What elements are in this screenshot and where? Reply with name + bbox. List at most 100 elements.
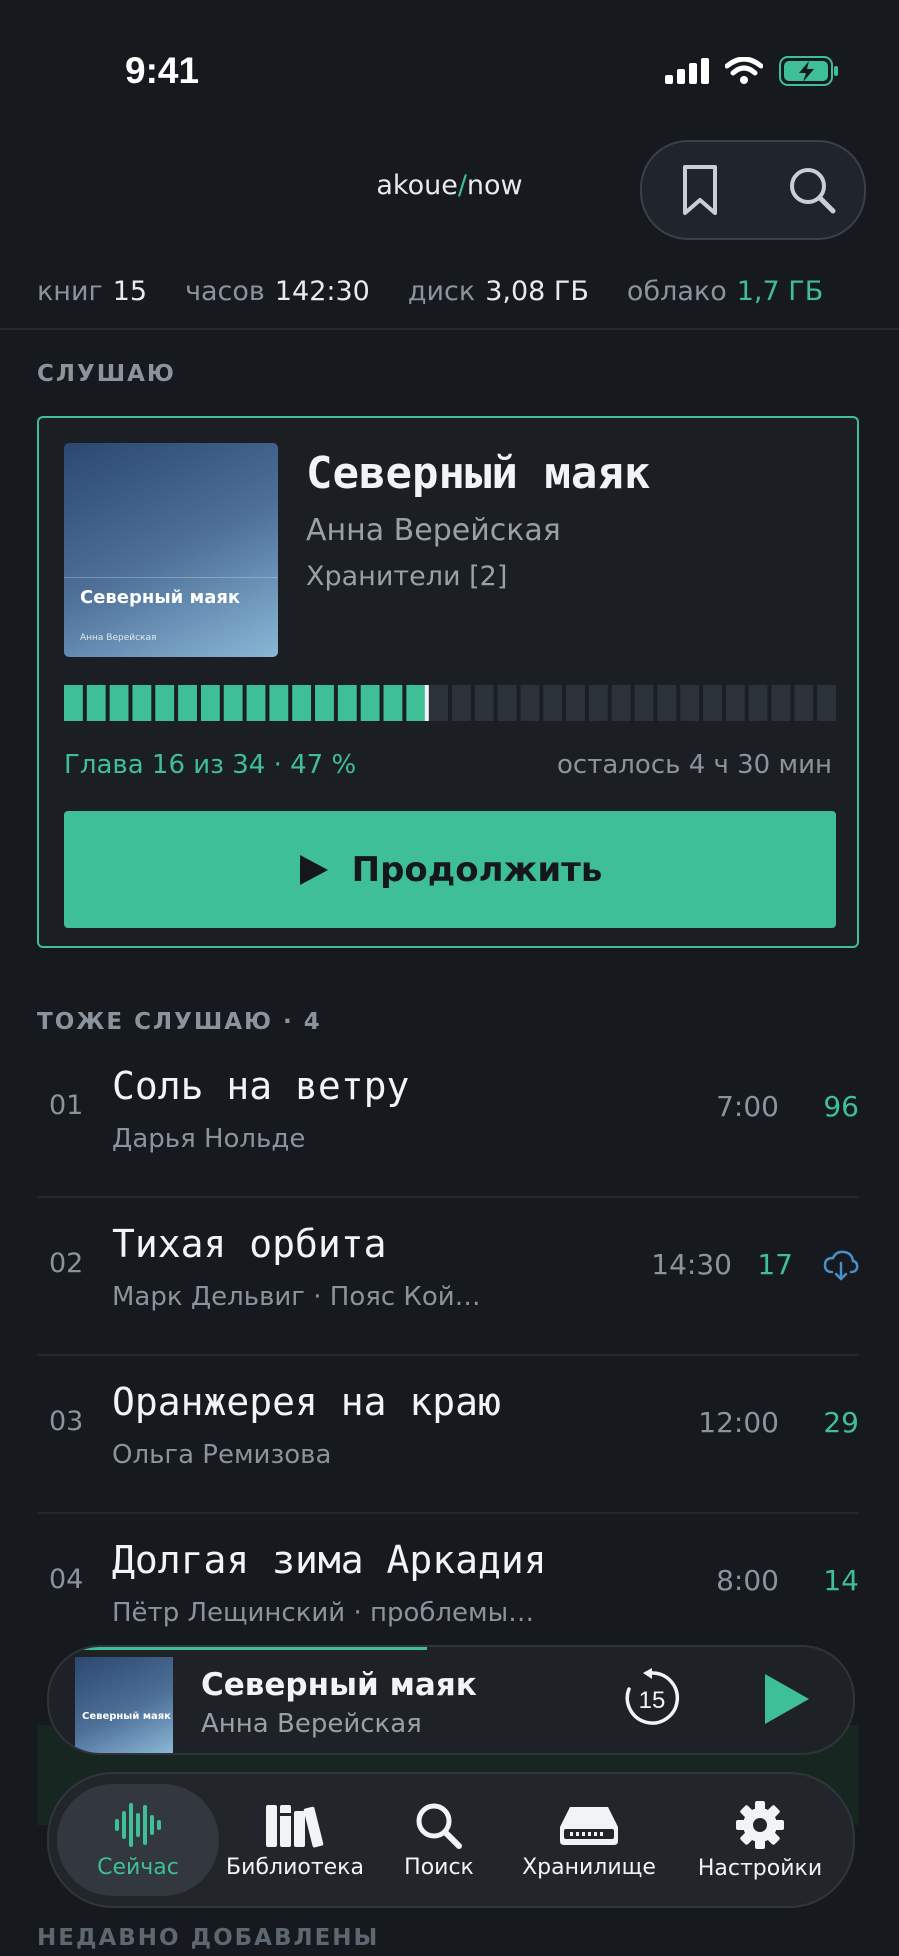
item-subtitle: Ольга Ремизова: [112, 1440, 332, 1470]
progress-segment: [200, 685, 220, 721]
tab-settings[interactable]: Настройки: [675, 1774, 845, 1906]
progress-segment: [520, 685, 540, 721]
current-book-card[interactable]: Северный маяк Анна Верейская Северный ма…: [37, 416, 859, 948]
tab-library[interactable]: Библиотека: [219, 1774, 371, 1906]
continue-button[interactable]: Продолжить: [64, 811, 836, 928]
item-title: Долгая зима Аркадия: [112, 1538, 547, 1582]
progress-segment: [109, 685, 129, 721]
progress-segment: [64, 685, 83, 721]
tab-storage[interactable]: Хранилище: [509, 1774, 669, 1906]
cover-title: Северный маяк: [80, 587, 241, 608]
signal-icon: [665, 58, 709, 84]
progress-segment: [429, 685, 448, 721]
progress-segment: [611, 685, 631, 721]
progress-segment: [178, 685, 197, 721]
tab-search[interactable]: Поиск: [379, 1774, 499, 1906]
gear-icon: [736, 1800, 784, 1849]
progress-marker: [424, 685, 429, 721]
tab-now[interactable]: Сейчас: [57, 1774, 219, 1906]
list-item[interactable]: 02 Тихая орбита Марк Дельвиг · Пояс Кой……: [37, 1198, 859, 1356]
brand-left: akoue: [376, 170, 458, 201]
item-number: 04: [49, 1564, 84, 1595]
continue-label: Продолжить: [351, 849, 603, 890]
storage-icon: [560, 1806, 618, 1845]
library-stats: книг 15 часов 142:30 диск 3,08 ГБ облако 1,7…: [37, 276, 823, 307]
tab-label: Сейчас: [97, 1854, 179, 1880]
book-author: Анна Верейская: [306, 513, 561, 548]
mini-player[interactable]: Северный маяк Северный маяк Анна Верейск…: [47, 1645, 855, 1755]
progress-segment: [680, 685, 700, 721]
cover-divider: [64, 577, 278, 578]
progress-segment: [406, 685, 426, 721]
progress-segment: [725, 685, 745, 721]
progress-segment: [657, 685, 677, 721]
book-title: Северный маяк: [306, 448, 651, 499]
item-count: 29: [823, 1406, 859, 1439]
list-item[interactable]: 03 Оранжерея на краю Ольга Ремизова 12:0…: [37, 1356, 859, 1514]
status-time: 9:41: [125, 50, 200, 91]
section-listening-label: СЛУШАЮ: [37, 361, 176, 387]
mini-cover-title: Северный маяк: [82, 1711, 171, 1722]
progress-segment: [292, 685, 312, 721]
item-subtitle: Пётр Лещинский · проблемы…: [112, 1598, 535, 1628]
mini-play-button[interactable]: [755, 1669, 815, 1729]
waveform-icon: [115, 1802, 161, 1847]
progress-segment: [748, 685, 768, 721]
item-title: Соль на ветру: [112, 1064, 410, 1108]
brand-right: now: [466, 170, 523, 201]
section-also-label: ТОЖЕ СЛУШАЮ · 4: [37, 1009, 322, 1035]
stat-disk: диск 3,08 ГБ: [407, 276, 589, 307]
item-title: Тихая орбита: [112, 1222, 387, 1266]
progress-segment: [543, 685, 563, 721]
progress-segment: [817, 685, 836, 721]
item-number: 02: [49, 1248, 84, 1279]
mini-progress-bar: [49, 1647, 427, 1650]
search-icon: [790, 168, 836, 214]
tab-label: Поиск: [404, 1854, 474, 1880]
cover-author: Анна Верейская: [80, 633, 157, 643]
progress-segment: [383, 685, 403, 721]
time-remaining: осталось 4 ч 30 мин: [557, 750, 832, 780]
progress-segments: [64, 685, 836, 721]
item-title: Оранжерея на краю: [112, 1380, 501, 1424]
progress-segment: [246, 685, 266, 721]
progress-segment: [703, 685, 722, 721]
divider: [0, 328, 899, 330]
tab-bar: Сейчас Библиотека Поиск Хранилище Настро…: [47, 1772, 855, 1908]
progress-segment: [771, 685, 791, 721]
progress-segment: [634, 685, 654, 721]
item-subtitle: Марк Дельвиг · Пояс Кой…: [112, 1282, 481, 1312]
item-number: 01: [49, 1090, 84, 1121]
progress-segment: [566, 685, 585, 721]
item-duration: 12:00: [698, 1406, 779, 1439]
tab-label: Хранилище: [522, 1854, 656, 1880]
chapter-progress: Глава 16 из 34 · 47 %: [64, 750, 357, 780]
skip-back-15-button[interactable]: 15: [621, 1667, 683, 1729]
item-count: 17: [757, 1248, 793, 1281]
progress-segment: [588, 685, 608, 721]
books-icon: [266, 1804, 324, 1847]
book-series: Хранители [2]: [306, 561, 508, 592]
progress-segment: [474, 685, 494, 721]
bookmark-icon: [683, 165, 717, 215]
progress-segment: [155, 685, 175, 721]
item-subtitle: Дарья Нольде: [112, 1124, 306, 1154]
stat-hours: часов 142:30: [185, 276, 370, 307]
item-duration: 7:00: [716, 1090, 779, 1123]
cloud-download-icon[interactable]: [823, 1250, 859, 1282]
header-actions: [640, 140, 866, 240]
book-cover: Северный маяк Анна Верейская: [64, 443, 278, 657]
list-item[interactable]: 01 Соль на ветру Дарья Нольде 7:00 96: [37, 1040, 859, 1198]
status-icons: [665, 56, 839, 86]
mini-title: Северный маяк: [201, 1667, 477, 1703]
brand-slash: /: [457, 170, 467, 201]
item-duration: 8:00: [716, 1564, 779, 1597]
progress-segment: [497, 685, 517, 721]
skip-label: 15: [639, 1687, 666, 1714]
battery-icon: [779, 56, 838, 86]
bookmark-button[interactable]: [670, 160, 730, 220]
progress-segment: [315, 685, 334, 721]
progress-segment: [452, 685, 471, 721]
search-button[interactable]: [782, 160, 842, 220]
progress-segment: [360, 685, 380, 721]
